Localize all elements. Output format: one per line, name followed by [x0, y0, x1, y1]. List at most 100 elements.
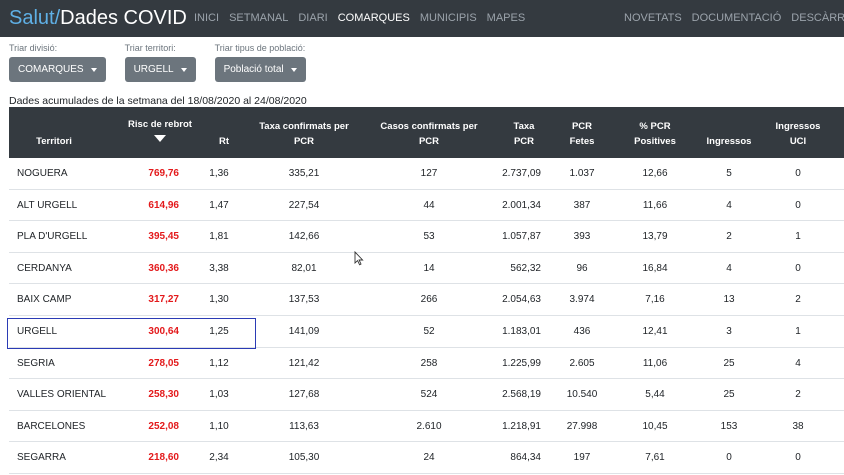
cell-uci: 1 [795, 231, 801, 243]
cell-casos: 127 [420, 168, 438, 179]
cell-casos: 524 [420, 389, 438, 401]
table-row[interactable]: SEGRIA 278,05 1,12 121,42 258 1.225,99 2.605 11… [9, 348, 844, 380]
nav-municipis[interactable]: MUNICIPIS [420, 12, 477, 24]
cell-taxa: 127,68 [288, 389, 320, 401]
divisio-dropdown[interactable]: COMARQUES [9, 57, 106, 82]
nav-descarregues[interactable]: DESCÀRREGUES [791, 12, 844, 24]
cell-casos: 24 [423, 452, 435, 464]
cell-risc: 317,27 [148, 294, 179, 306]
header-risc[interactable]: Risc de rebrot [115, 117, 205, 142]
table-row[interactable]: BAIX CAMP 317,27 1,30 137,53 266 2.054,63 3.97… [9, 284, 844, 316]
filter-bar: Triar divisió: COMARQUES Triar territori… [9, 43, 325, 82]
filter-poblacio: Triar tipus de població: Població total [214, 43, 306, 82]
header-taxa[interactable]: Taxa confirmats per PCR [249, 119, 359, 149]
cell-taxa-pcr: 864,34 [510, 452, 541, 464]
cell-ingressos: 0 [726, 452, 732, 464]
cell-territori: ALT URGELL [17, 199, 78, 211]
cell-casos: 266 [420, 294, 438, 306]
territori-value: URGELL [133, 64, 174, 75]
cell-pcr-fetes: 436 [573, 325, 591, 337]
nav-novetats[interactable]: NOVETATS [624, 12, 682, 24]
filter-poblacio-label: Triar tipus de població: [214, 43, 306, 53]
cell-pcr-fetes: 197 [573, 452, 591, 464]
cell-pct-positives: 16,84 [642, 262, 668, 274]
poblacio-dropdown[interactable]: Població total [214, 57, 306, 82]
cell-rt: 1,36 [209, 168, 229, 179]
header-territori[interactable]: Territori [19, 134, 89, 149]
brand-salut: Salut/ [9, 7, 61, 29]
poblacio-value: Població total [223, 64, 284, 75]
nav-mapes[interactable]: MAPES [487, 12, 526, 24]
table-row[interactable]: CERDANYA 360,36 3,38 82,01 14 562,32 96 16,84 4 0 [9, 253, 844, 285]
cell-ingressos: 153 [720, 420, 738, 432]
header-casos[interactable]: Casos confirmats per PCR [374, 119, 484, 149]
header-ingressos[interactable]: Ingressos [699, 134, 759, 149]
cell-pcr-fetes: 96 [576, 262, 588, 274]
table-row[interactable]: VALLES ORIENTAL 258,30 1,03 127,68 524 2.568,… [9, 379, 844, 411]
cell-taxa-pcr: 1.225,99 [502, 357, 541, 369]
cell-pcr-fetes: 2.605 [569, 357, 595, 369]
cell-risc: 258,30 [148, 389, 179, 401]
cell-ingressos: 2 [726, 231, 732, 243]
cell-taxa-pcr: 1.218,91 [502, 420, 541, 432]
cell-taxa: 227,54 [288, 199, 320, 211]
cell-taxa: 105,30 [288, 452, 320, 464]
cell-taxa-pcr: 2.737,09 [502, 168, 541, 179]
cell-taxa-pcr: 2.568,19 [502, 389, 541, 401]
cell-risc: 218,60 [148, 452, 179, 464]
nav-documentacio[interactable]: DOCUMENTACIÓ [692, 12, 782, 24]
cell-uci: 38 [792, 420, 804, 432]
table-body: NOGUERA 769,76 1,36 335,21 127 2.737,09 1.037 1… [9, 158, 844, 474]
cell-taxa-pcr: 2.054,63 [502, 294, 541, 306]
table-row[interactable]: BARCELONES 252,08 1,10 113,63 2.610 1.218,91 2… [9, 411, 844, 443]
caret-down-icon [180, 67, 187, 72]
header-rt[interactable]: Rt [209, 134, 239, 149]
table-row[interactable]: ALT URGELL 614,96 1,47 227,54 44 2.001,34 387 1… [9, 190, 844, 222]
cell-territori: SEGARRA [17, 452, 66, 464]
table-row[interactable]: SEGARRA 218,60 2,34 105,30 24 864,34 197 7,61 0 0 [9, 442, 844, 474]
header-pct-positives[interactable]: % PCR Positives [625, 119, 685, 149]
cell-uci: 2 [795, 389, 801, 401]
cell-pcr-fetes: 27.998 [566, 420, 598, 432]
header-uci[interactable]: Ingressos UCI [769, 119, 827, 149]
filter-territori-label: Triar territori: [124, 43, 176, 53]
cell-ingressos: 4 [726, 199, 732, 211]
table-header: Territori Risc de rebrot Rt Taxa confirm… [9, 107, 844, 158]
cell-ingressos: 4 [726, 262, 732, 274]
secondary-nav: NOVETATS DOCUMENTACIÓ DESCÀRREGUES [624, 12, 844, 24]
cell-casos: 53 [423, 231, 435, 243]
cell-pct-positives: 11,66 [642, 199, 668, 211]
cell-ingressos: 3 [726, 325, 732, 337]
cell-casos: 44 [423, 199, 435, 211]
header-pcr-fetes[interactable]: PCR Fetes [562, 119, 602, 149]
cell-territori: VALLES ORIENTAL [17, 389, 107, 401]
cell-pct-positives: 13,79 [642, 231, 668, 243]
cell-uci: 1 [795, 325, 801, 337]
cell-pct-positives: 10,45 [642, 420, 668, 432]
nav-diari[interactable]: DIARI [298, 12, 327, 24]
cell-pct-positives: 5,44 [645, 389, 665, 401]
cell-pcr-fetes: 3.974 [569, 294, 595, 306]
cell-pct-positives: 11,06 [642, 357, 668, 369]
nav-comarques[interactable]: COMARQUES [338, 12, 410, 24]
cell-taxa: 141,09 [288, 325, 320, 337]
header-taxa-pcr[interactable]: Taxa PCR [504, 119, 544, 149]
cell-casos: 258 [420, 357, 438, 369]
filter-divisio: Triar divisió: COMARQUES [9, 43, 106, 82]
nav-setmanal[interactable]: SETMANAL [229, 12, 288, 24]
cell-territori: BARCELONES [17, 420, 86, 432]
cell-rt: 1,25 [209, 325, 229, 337]
table-row[interactable]: PLA D'URGELL 395,45 1,81 142,66 53 1.057,87 39… [9, 221, 844, 253]
cell-rt: 1,30 [209, 294, 229, 306]
cell-pct-positives: 12,66 [642, 168, 668, 179]
brand-logo[interactable]: Salut/Dades COVID [9, 6, 187, 30]
cell-territori: NOGUERA [17, 168, 68, 179]
table-row[interactable]: NOGUERA 769,76 1,36 335,21 127 2.737,09 1.037 1… [9, 158, 844, 190]
table-row[interactable]: URGELL 300,64 1,25 141,09 52 1.183,01 436 12,41… [9, 316, 844, 348]
cell-pct-positives: 7,61 [645, 452, 665, 464]
cell-casos: 14 [423, 262, 435, 274]
territori-dropdown[interactable]: URGELL [124, 57, 196, 82]
cell-uci: 0 [795, 199, 801, 211]
cell-uci: 0 [795, 452, 801, 464]
nav-inici[interactable]: INICI [194, 12, 219, 24]
